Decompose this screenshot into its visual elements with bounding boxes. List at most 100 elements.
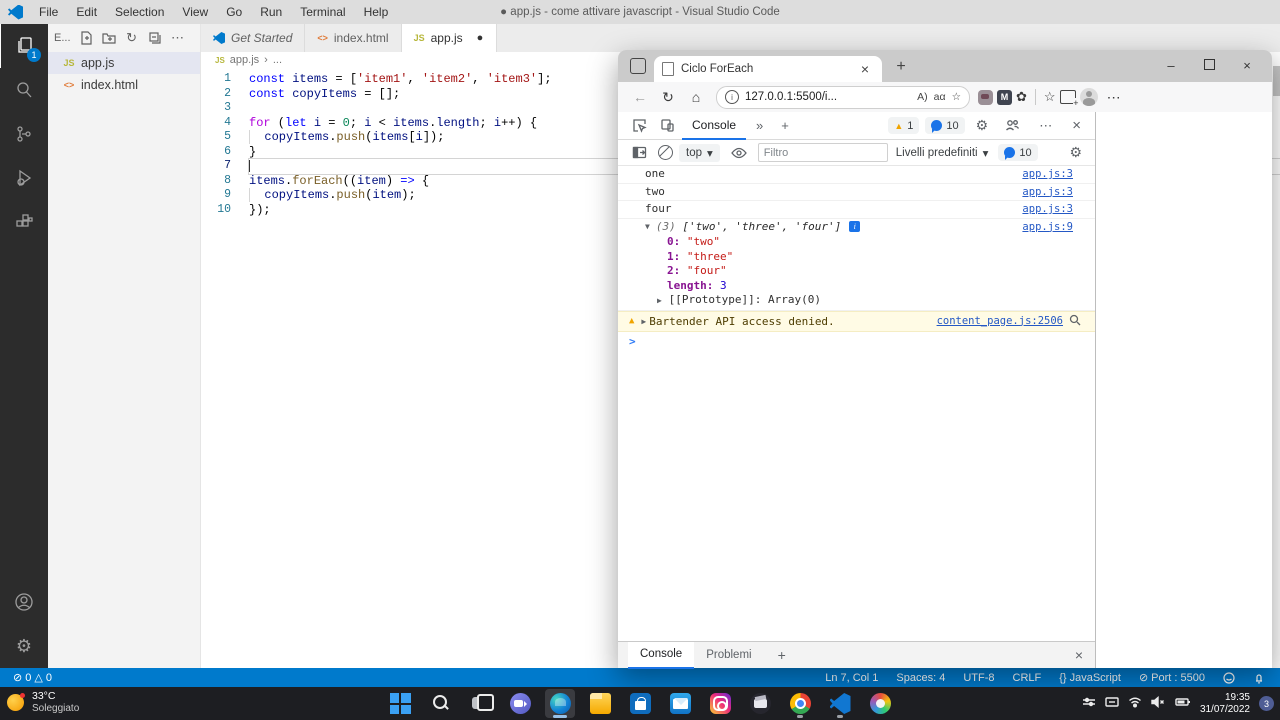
- create-live-expression-button[interactable]: [726, 140, 752, 166]
- tab-close-button[interactable]: ×: [856, 61, 874, 77]
- new-file-button[interactable]: [78, 30, 94, 46]
- minimize-button[interactable]: –: [1152, 58, 1190, 73]
- wifi-icon[interactable]: [1128, 695, 1142, 713]
- close-window-button[interactable]: ×: [1228, 58, 1266, 73]
- feedback-button[interactable]: [1216, 671, 1242, 684]
- battery-icon[interactable]: [1175, 695, 1191, 713]
- console-source-link[interactable]: app.js:3: [1022, 186, 1073, 199]
- problems-status-item[interactable]: ⊘ 0 △ 0: [8, 671, 57, 685]
- taskview-taskbar-button[interactable]: [465, 689, 495, 718]
- reload-button[interactable]: ↻: [656, 89, 680, 106]
- store-taskbar-button[interactable]: [625, 689, 655, 718]
- menu-selection[interactable]: Selection: [107, 1, 172, 23]
- refresh-explorer-button[interactable]: ↻: [124, 30, 140, 46]
- modified-dot-icon[interactable]: ●: [477, 32, 484, 44]
- mail-taskbar-button[interactable]: [665, 689, 695, 718]
- drawer-problems-tab[interactable]: Problemi: [694, 643, 763, 668]
- address-bar[interactable]: i 127.0.0.1:5500/i... A) aα ☆: [716, 85, 970, 109]
- drawer-add-tab-button[interactable]: +: [778, 647, 786, 663]
- inspect-element-button[interactable]: [626, 113, 652, 139]
- collections-icon[interactable]: [1059, 90, 1079, 108]
- tab-index-html[interactable]: <> index.html: [305, 24, 402, 52]
- explorer-taskbar-button[interactable]: [585, 689, 615, 718]
- console-prompt[interactable]: >: [618, 332, 1095, 348]
- live-server-port-status[interactable]: ⊘ Port : 5500: [1132, 671, 1212, 685]
- notification-count-badge[interactable]: 3: [1259, 696, 1274, 711]
- extensions-activity-button[interactable]: [0, 200, 48, 244]
- paint-taskbar-button[interactable]: [865, 689, 895, 718]
- console-settings-icon[interactable]: ⚙: [1064, 144, 1087, 161]
- run-debug-activity-button[interactable]: [0, 156, 48, 200]
- favorite-star-icon[interactable]: ☆: [952, 91, 961, 103]
- console-source-link[interactable]: content_page.js:2506: [937, 315, 1063, 328]
- extension-icon[interactable]: [978, 89, 993, 105]
- explorer-more-actions-button[interactable]: ⋯: [170, 30, 186, 46]
- feedback-people-icon[interactable]: [999, 113, 1025, 139]
- console-sidebar-toggle[interactable]: [626, 140, 652, 166]
- extensions-menu-icon[interactable]: ✿: [1016, 89, 1027, 105]
- console-filter-input[interactable]: [757, 143, 888, 162]
- tab-actions-menu-icon[interactable]: [630, 58, 646, 74]
- devtools-console-tab[interactable]: Console: [682, 111, 747, 140]
- search-activity-button[interactable]: [0, 68, 48, 112]
- settings-gear-button[interactable]: ⚙: [0, 624, 48, 668]
- menu-view[interactable]: View: [174, 1, 216, 23]
- collapse-folders-button[interactable]: [147, 30, 163, 46]
- caret-down-icon[interactable]: ▼: [645, 221, 650, 234]
- profile-avatar[interactable]: [1079, 88, 1098, 106]
- caret-right-icon[interactable]: ▶: [641, 315, 646, 328]
- weather-widget[interactable]: 33°C Soleggiato: [7, 690, 79, 715]
- console-source-link[interactable]: app.js:3: [1022, 203, 1073, 216]
- encoding-status[interactable]: UTF-8: [956, 672, 1001, 684]
- indentation-status[interactable]: Spaces: 4: [889, 672, 952, 684]
- clock[interactable]: 19:35 31/07/2022: [1200, 692, 1250, 716]
- back-button[interactable]: ←: [628, 89, 652, 105]
- new-folder-button[interactable]: [101, 30, 117, 46]
- volume-muted-icon[interactable]: [1151, 695, 1166, 713]
- console-output[interactable]: one app.js:3 two app.js:3 four app.js:3 ▼ (3) […: [618, 166, 1095, 641]
- menu-help[interactable]: Help: [356, 1, 397, 23]
- clipchamp-taskbar-button[interactable]: [745, 689, 775, 718]
- settings-more-button[interactable]: ⋯: [1102, 89, 1126, 106]
- eol-status[interactable]: CRLF: [1006, 672, 1049, 684]
- info-icon[interactable]: i: [849, 221, 861, 233]
- drawer-close-button[interactable]: ×: [1075, 647, 1083, 663]
- add-panel-button[interactable]: +: [773, 118, 797, 133]
- tray-overflow-icon[interactable]: [1082, 695, 1096, 713]
- file-item-index.html[interactable]: <> index.html: [48, 74, 200, 96]
- edge-taskbar-button[interactable]: [545, 689, 575, 718]
- device-toolbar-button[interactable]: [654, 113, 680, 139]
- menu-run[interactable]: Run: [252, 1, 290, 23]
- file-item-app.js[interactable]: JS app.js: [48, 52, 200, 74]
- search-taskbar-button[interactable]: [425, 689, 455, 718]
- translate-icon[interactable]: aα: [934, 91, 946, 103]
- browser-tab[interactable]: Ciclo ForEach ×: [654, 56, 882, 82]
- more-tabs-icon[interactable]: »: [748, 118, 771, 133]
- caret-right-icon[interactable]: ▶: [657, 296, 667, 305]
- menu-edit[interactable]: Edit: [68, 1, 105, 23]
- chat-taskbar-button[interactable]: [505, 689, 535, 718]
- keyboard-layout-icon[interactable]: [1105, 695, 1119, 713]
- new-tab-button[interactable]: +: [892, 58, 910, 76]
- console-source-link[interactable]: app.js:9: [1022, 221, 1073, 234]
- menu-file[interactable]: File: [31, 1, 66, 23]
- favorites-bar-icon[interactable]: ☆: [1044, 89, 1056, 105]
- tab-app-js[interactable]: JS app.js ●: [401, 24, 497, 52]
- home-button[interactable]: ⌂: [684, 89, 708, 105]
- warnings-badge[interactable]: ▲ 1: [888, 117, 920, 134]
- editor-scrollbar[interactable]: [1273, 66, 1280, 96]
- chrome-taskbar-button[interactable]: [785, 689, 815, 718]
- start-taskbar-button[interactable]: [385, 689, 415, 718]
- menu-terminal[interactable]: Terminal: [292, 1, 353, 23]
- menu-go[interactable]: Go: [218, 1, 250, 23]
- explorer-activity-button[interactable]: 1: [0, 24, 49, 68]
- language-status[interactable]: {} JavaScript: [1052, 672, 1128, 684]
- log-levels-dropdown[interactable]: Livelli predefiniti ▾: [894, 146, 991, 160]
- maximize-button[interactable]: [1190, 58, 1228, 73]
- cursor-position-status[interactable]: Ln 7, Col 1: [818, 672, 885, 684]
- instagram-taskbar-button[interactable]: [705, 689, 735, 718]
- read-aloud-icon[interactable]: A): [917, 91, 928, 103]
- source-control-activity-button[interactable]: [0, 112, 48, 156]
- javascript-context-dropdown[interactable]: top ▾: [679, 143, 720, 162]
- vscode-taskbar-button[interactable]: [825, 689, 855, 718]
